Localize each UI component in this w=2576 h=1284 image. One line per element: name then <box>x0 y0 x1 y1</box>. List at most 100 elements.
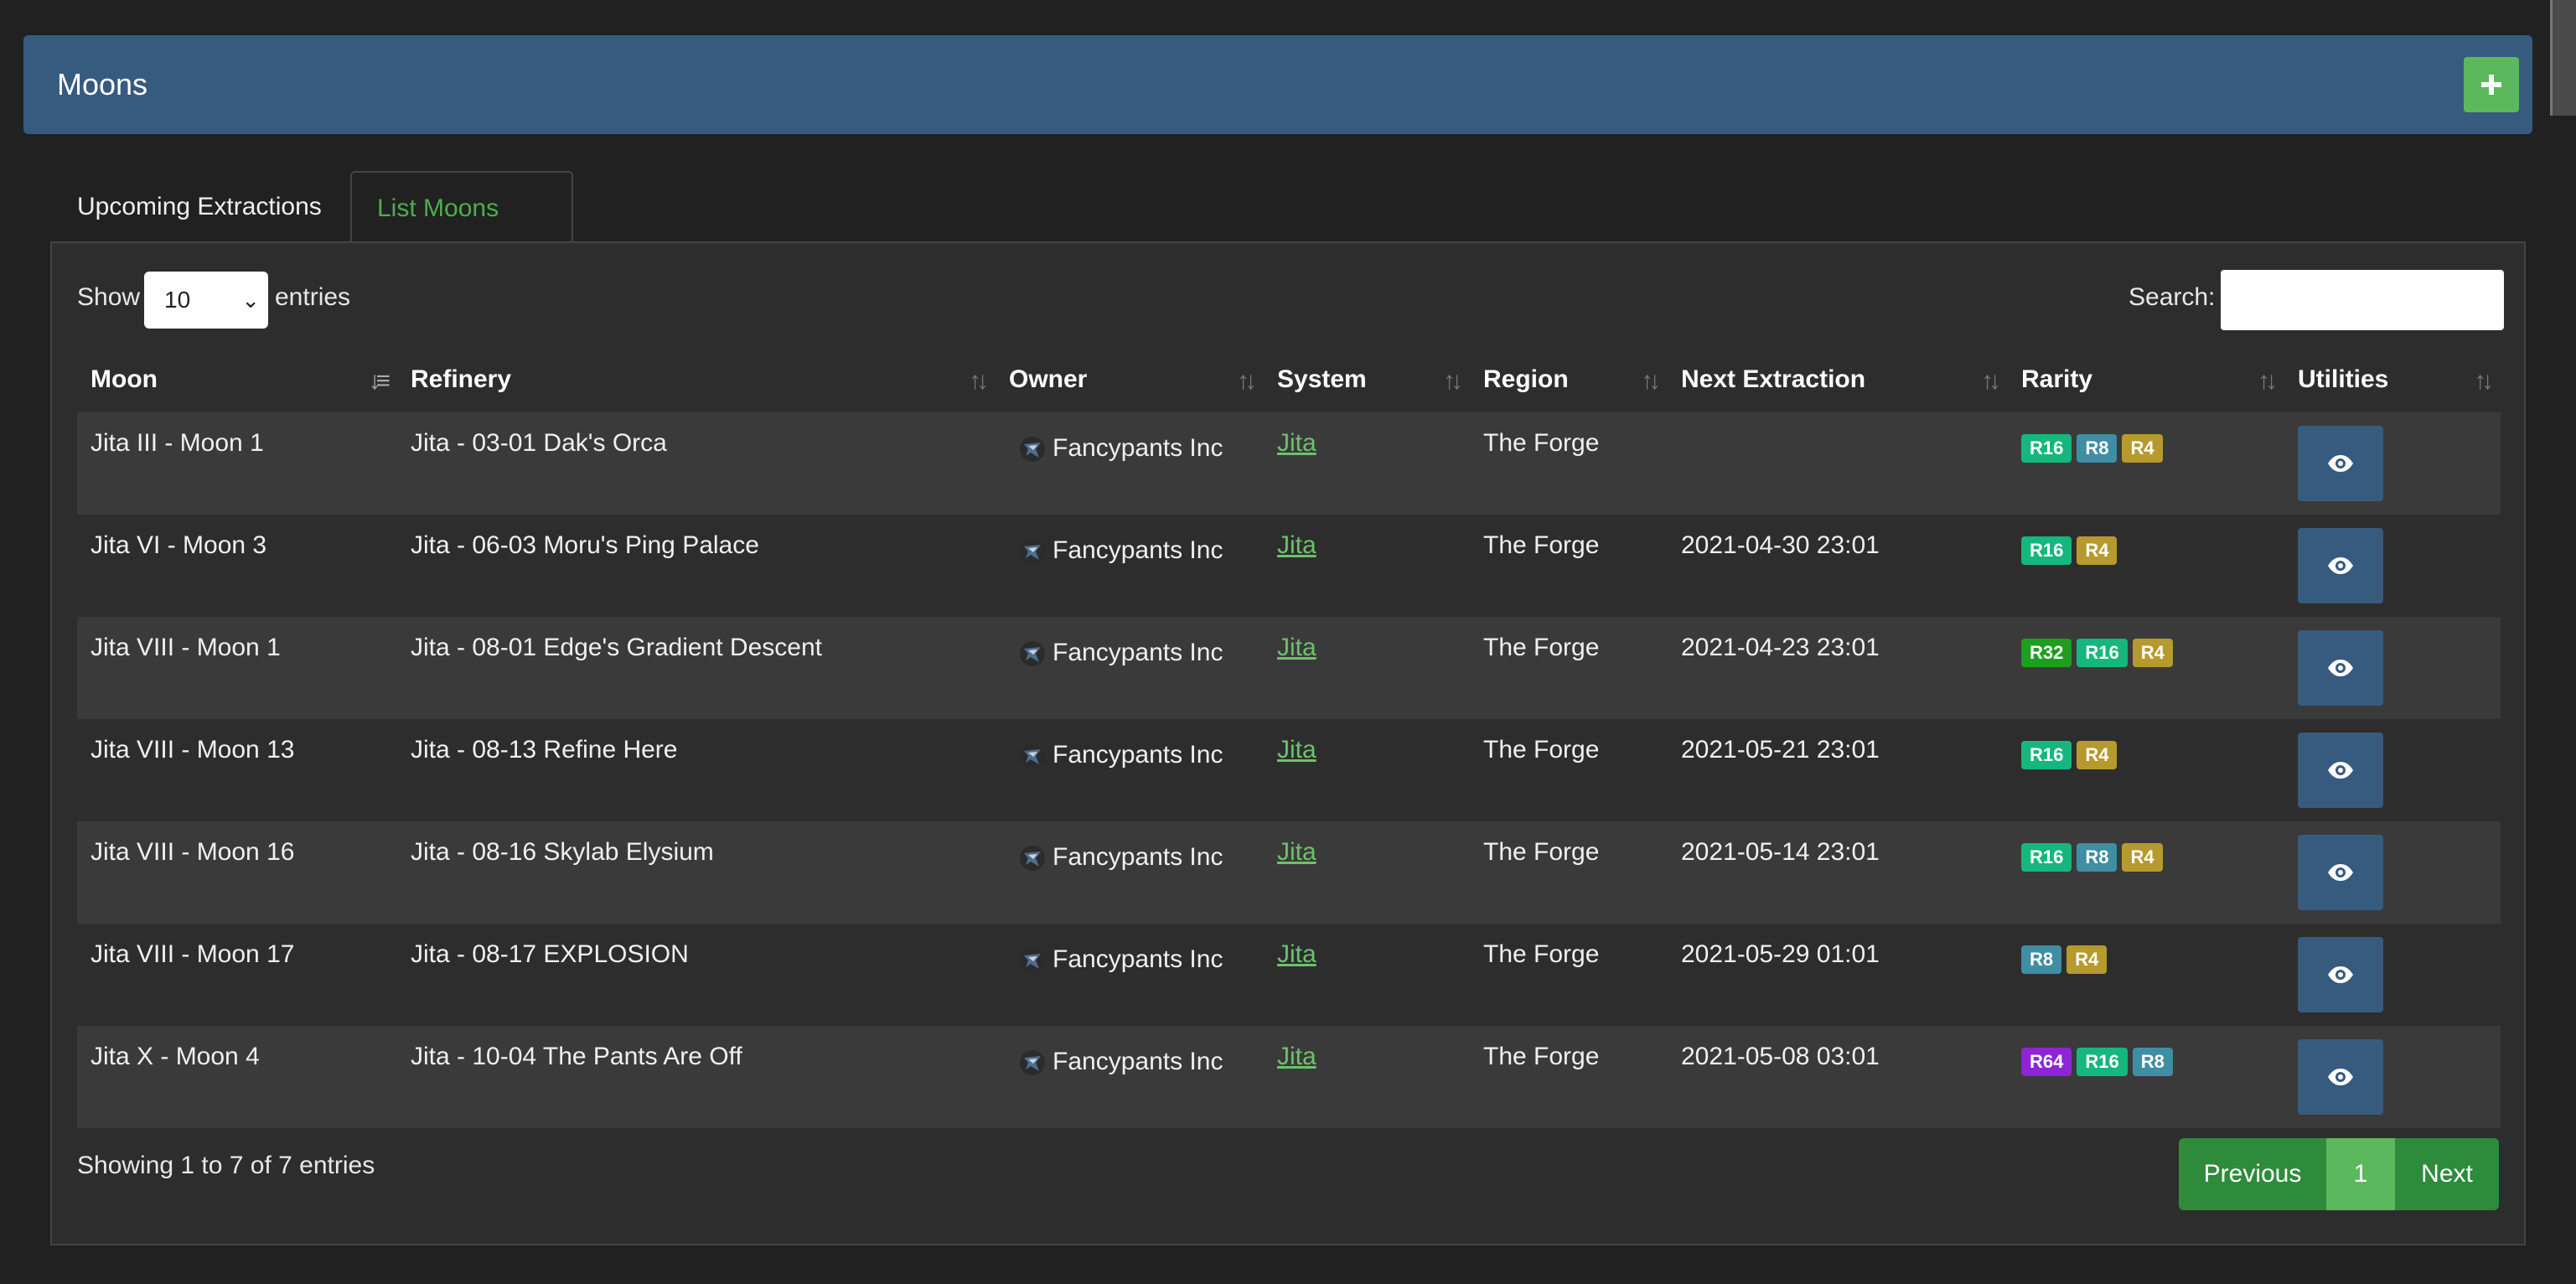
page-header: Moons <box>23 35 2532 134</box>
utilities-cell <box>2284 412 2501 515</box>
region-name: The Forge <box>1483 838 1600 866</box>
sort-icon: ↑↓ <box>2474 367 2494 395</box>
eye-icon <box>2328 762 2353 779</box>
next-extraction-value: 2021-04-23 23:01 <box>1681 634 1880 661</box>
corporation-logo-icon <box>1020 437 1045 463</box>
system-cell: Jita <box>1264 1026 1470 1128</box>
view-button[interactable] <box>2298 630 2383 706</box>
moon-cell: Jita X - Moon 4 <box>77 1026 397 1128</box>
refinery-cell: Jita - 08-17 EXPLOSION <box>397 924 996 1026</box>
rarity-badge: R16 <box>2021 741 2072 769</box>
next-extraction-value: 2021-05-29 01:01 <box>1681 940 1880 968</box>
utilities-cell <box>2284 1026 2501 1128</box>
moon-cell: Jita VIII - Moon 13 <box>77 719 397 821</box>
refinery-name: Jita - 08-01 Edge's Gradient Descent <box>411 634 822 661</box>
rarity-badge: R16 <box>2021 434 2072 463</box>
column-header-next-extraction[interactable]: Next Extraction ↑↓ <box>1668 347 2008 412</box>
utilities-cell <box>2284 821 2501 924</box>
column-header-owner[interactable]: Owner ↑↓ <box>996 347 1264 412</box>
region-name: The Forge <box>1483 736 1600 764</box>
system-cell: Jita <box>1264 515 1470 617</box>
tab-upcoming-extractions[interactable]: Upcoming Extractions <box>50 171 350 243</box>
chevron-down-icon: ⌄ <box>241 287 260 313</box>
owner-cell: Fancypants Inc <box>996 924 1264 1026</box>
column-header-utilities[interactable]: Utilities ↑↓ <box>2284 347 2501 412</box>
region-name: The Forge <box>1483 531 1600 559</box>
sort-icon: ↑↓ <box>1237 367 1257 395</box>
utilities-cell <box>2284 924 2501 1026</box>
refinery-name: Jita - 08-17 EXPLOSION <box>411 940 689 968</box>
rarity-badge: R16 <box>2021 536 2072 565</box>
search-label: Search: <box>2129 283 2216 311</box>
entries-length-select[interactable]: 10 ⌄ <box>144 272 268 329</box>
region-name: The Forge <box>1483 429 1600 457</box>
rarity-badge: R8 <box>2077 434 2118 463</box>
view-button[interactable] <box>2298 1039 2383 1115</box>
moon-cell: Jita VIII - Moon 1 <box>77 617 397 719</box>
rarity-badge: R16 <box>2077 1048 2128 1076</box>
rarity-cell: R32 R16 R4 <box>2008 617 2284 719</box>
column-header-region[interactable]: Region ↑↓ <box>1470 347 1668 412</box>
owner-name: Fancypants Inc <box>1053 434 1223 462</box>
sort-icon: ↑↓ <box>1981 367 2001 395</box>
eye-icon <box>2328 1069 2353 1085</box>
sort-icon: ↑↓ <box>969 367 989 395</box>
sort-icon: ↑↓ <box>1443 367 1463 395</box>
entries-label: entries <box>275 283 351 311</box>
moon-name: Jita VIII - Moon 1 <box>91 634 281 661</box>
search-input[interactable] <box>2221 270 2504 330</box>
system-link[interactable]: Jita <box>1277 736 1316 764</box>
table-row: Jita X - Moon 4 Jita - 10-04 The Pants A… <box>77 1026 2501 1128</box>
column-header-refinery[interactable]: Refinery ↑↓ <box>397 347 996 412</box>
system-link[interactable]: Jita <box>1277 429 1316 457</box>
page-1-button[interactable]: 1 <box>2326 1138 2395 1210</box>
next-extraction-cell: 2021-05-29 01:01 <box>1668 924 2008 1026</box>
system-link[interactable]: Jita <box>1277 838 1316 866</box>
corporation-logo-icon <box>1020 743 1045 769</box>
view-button[interactable] <box>2298 426 2383 501</box>
refinery-name: Jita - 03-01 Dak's Orca <box>411 429 667 457</box>
refinery-name: Jita - 08-16 Skylab Elysium <box>411 838 714 866</box>
system-link[interactable]: Jita <box>1277 940 1316 968</box>
previous-page-button[interactable]: Previous <box>2179 1138 2326 1210</box>
column-header-moon[interactable]: Moon ↓≡ <box>77 347 397 412</box>
page-title: Moons <box>57 67 148 101</box>
tab-list-moons[interactable]: List Moons <box>350 171 573 243</box>
rarity-badge: R4 <box>2132 639 2173 667</box>
sort-icon: ↓≡ <box>368 367 390 395</box>
owner-name: Fancypants Inc <box>1053 741 1223 769</box>
system-link[interactable]: Jita <box>1277 531 1316 559</box>
next-page-button[interactable]: Next <box>2395 1138 2499 1210</box>
next-extraction-cell <box>1668 412 2008 515</box>
view-button[interactable] <box>2298 733 2383 808</box>
add-moon-button[interactable] <box>2464 57 2519 112</box>
region-cell: The Forge <box>1470 821 1668 924</box>
utilities-cell <box>2284 617 2501 719</box>
view-button[interactable] <box>2298 937 2383 1012</box>
rarity-badge: R4 <box>2122 434 2163 463</box>
table-row: Jita VIII - Moon 1 Jita - 08-01 Edge's G… <box>77 617 2501 719</box>
system-link[interactable]: Jita <box>1277 634 1316 661</box>
next-extraction-value: 2021-05-21 23:01 <box>1681 736 1880 764</box>
rarity-badge: R32 <box>2021 639 2072 667</box>
corporation-logo-icon <box>1020 1050 1045 1076</box>
refinery-name: Jita - 10-04 The Pants Are Off <box>411 1043 742 1070</box>
refinery-name: Jita - 08-13 Refine Here <box>411 736 678 764</box>
table-header-row: Moon ↓≡ Refinery ↑↓ Owner ↑↓ System ↑↓ Regio… <box>77 347 2501 412</box>
refinery-cell: Jita - 10-04 The Pants Are Off <box>397 1026 996 1128</box>
eye-icon <box>2328 660 2353 676</box>
table-row: Jita III - Moon 1 Jita - 03-01 Dak's Orc… <box>77 412 2501 515</box>
system-cell: Jita <box>1264 412 1470 515</box>
refinery-cell: Jita - 03-01 Dak's Orca <box>397 412 996 515</box>
owner-cell: Fancypants Inc <box>996 719 1264 821</box>
view-button[interactable] <box>2298 528 2383 603</box>
view-button[interactable] <box>2298 835 2383 910</box>
next-extraction-cell: 2021-04-23 23:01 <box>1668 617 2008 719</box>
column-header-rarity[interactable]: Rarity ↑↓ <box>2008 347 2284 412</box>
refinery-cell: Jita - 06-03 Moru's Ping Palace <box>397 515 996 617</box>
column-header-system[interactable]: System ↑↓ <box>1264 347 1470 412</box>
rarity-badge: R8 <box>2021 945 2062 974</box>
owner-name: Fancypants Inc <box>1053 843 1223 871</box>
system-link[interactable]: Jita <box>1277 1043 1316 1070</box>
table-row: Jita VIII - Moon 16 Jita - 08-16 Skylab … <box>77 821 2501 924</box>
